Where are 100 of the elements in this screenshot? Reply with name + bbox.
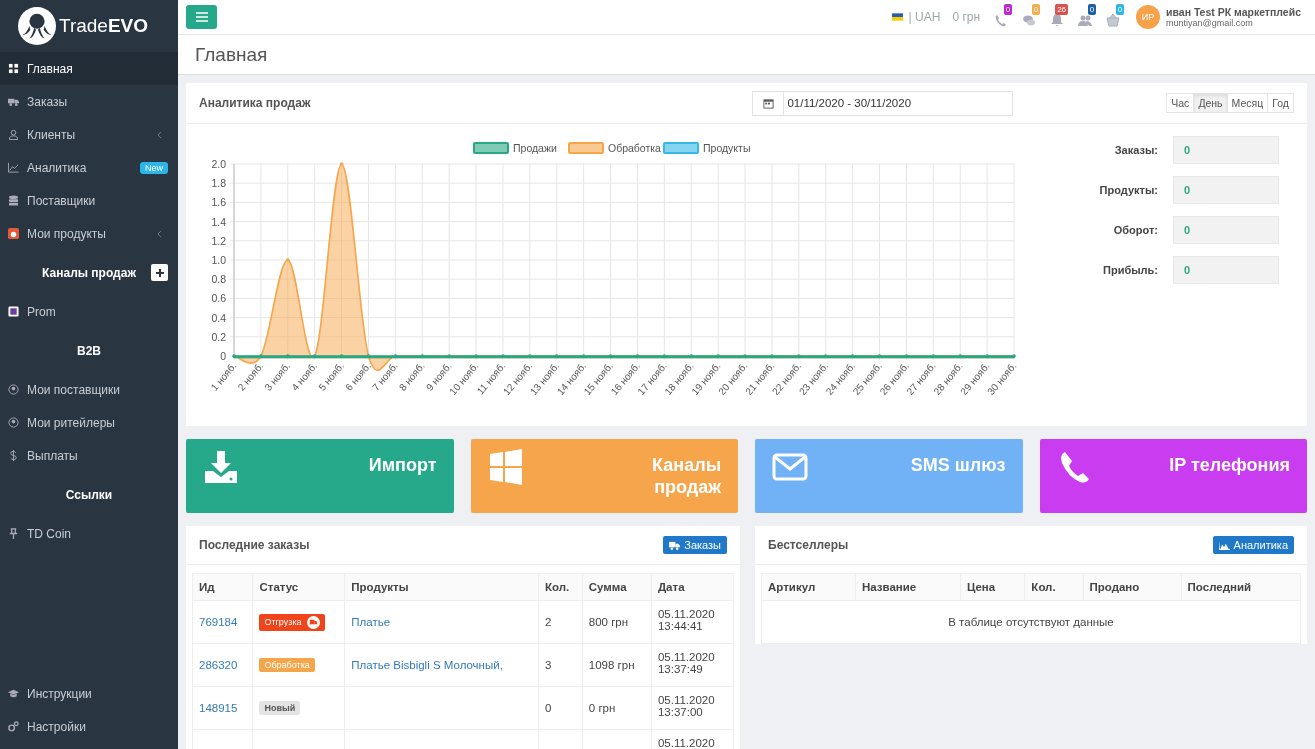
count-badge: 0 — [1003, 4, 1013, 15]
period-tab[interactable]: Год — [1267, 93, 1294, 113]
count-badge: 0 — [1115, 4, 1125, 15]
pin-icon — [8, 528, 19, 539]
data-point — [339, 162, 344, 166]
truck-icon — [669, 540, 681, 550]
user-name[interactable]: иван Test РК маркетплейс — [1166, 6, 1301, 18]
data-point — [339, 354, 344, 358]
column-header: Ид — [192, 573, 253, 601]
data-point — [286, 258, 290, 262]
product-link[interactable]: Платье — [351, 616, 391, 628]
y-tick-label: 2.0 — [211, 158, 227, 170]
sidebar-item[interactable]: TD Coin — [0, 517, 178, 550]
table-cell: 3 — [544, 659, 552, 671]
data-point — [716, 354, 720, 358]
order-time: 13:37:49 — [657, 663, 704, 675]
column-header: Продано — [1083, 573, 1182, 601]
status-badge: Новый — [259, 701, 301, 715]
data-point — [743, 354, 747, 358]
user-circle-icon — [8, 384, 19, 395]
sidebar-item[interactable]: Prom — [0, 295, 178, 328]
sidebar-item[interactable]: Клиенты — [0, 118, 178, 151]
shop-icon — [8, 228, 19, 239]
order-id-link[interactable]: 148915 — [199, 702, 238, 714]
stat-value: 0 — [1173, 176, 1279, 204]
legend-item[interactable]: Продукты — [663, 142, 751, 154]
data-point — [581, 354, 586, 358]
stat-label: Продукты: — [1098, 184, 1158, 196]
column-header: Статус — [252, 573, 345, 601]
flag-icon[interactable] — [891, 13, 903, 21]
count-badge: 26 — [1055, 4, 1069, 15]
order-id-link[interactable]: 286320 — [199, 659, 238, 671]
period-tab[interactable]: Месяц — [1226, 93, 1269, 113]
gears-icon — [8, 721, 19, 732]
data-point — [259, 354, 263, 358]
order-date: 05.11.2020 — [657, 608, 716, 620]
legend-item[interactable]: Обработка — [568, 142, 661, 154]
data-point — [823, 354, 828, 358]
sidebar-heading: B2B — [77, 343, 101, 358]
period-tab[interactable]: День — [1193, 93, 1228, 113]
square-icon — [8, 306, 19, 317]
y-tick-label: 1.6 — [211, 196, 227, 209]
status-badge: Обработка — [259, 658, 315, 672]
table-cell: 0 грн — [588, 702, 616, 714]
sidebar-item[interactable]: Настройки — [0, 710, 178, 743]
order-date: 05.11.2020 — [657, 737, 716, 749]
sidebar-item[interactable]: Мои ритейлеры — [0, 406, 178, 439]
sidebar-item[interactable]: Инструкции — [0, 677, 178, 710]
add-button[interactable] — [151, 264, 168, 281]
sidebar-item[interactable]: Заказы — [0, 85, 178, 118]
data-point — [474, 354, 478, 358]
period-tab[interactable]: Час — [1166, 93, 1195, 113]
data-point — [850, 354, 855, 358]
column-header: Название — [855, 573, 961, 601]
card-title: Аналитика продаж — [199, 96, 311, 110]
sidebar-item[interactable]: Поставщики — [0, 184, 178, 217]
users-icon[interactable] — [1078, 13, 1093, 27]
sidebar-item[interactable]: Мои поставщики — [0, 373, 178, 406]
count-badge: 0 — [1087, 4, 1097, 15]
new-badge: New — [140, 161, 168, 174]
data-point — [312, 354, 317, 358]
data-point — [286, 354, 290, 358]
column-header: Продукты — [344, 573, 539, 601]
analytics-button[interactable]: Аналитика — [1212, 536, 1294, 554]
date-range-field[interactable]: 01/11/2020 - 30/11/2020 — [752, 90, 1014, 116]
order-id-link[interactable]: 769184 — [199, 616, 238, 628]
data-point — [877, 354, 882, 358]
sidebar-item[interactable]: Главная — [0, 52, 178, 85]
sidebar-item[interactable]: Выплаты — [0, 439, 178, 472]
orders-button[interactable]: Заказы — [663, 536, 727, 554]
table-cell: 2 — [544, 616, 552, 628]
phone-icon[interactable] — [994, 13, 1009, 27]
y-tick-label: 0.8 — [211, 273, 227, 286]
data-point — [554, 354, 559, 358]
column-header: Цена — [960, 573, 1025, 601]
order-date: 05.11.2020 — [657, 694, 716, 706]
tile-button[interactable]: IP телефония — [1039, 439, 1307, 513]
data-point — [1012, 354, 1016, 358]
y-tick-label: 1.0 — [211, 254, 227, 266]
y-tick-label: 1.8 — [211, 177, 227, 190]
legend-item[interactable]: Продажи — [473, 142, 557, 154]
table-cell: 800 грн — [588, 616, 629, 628]
data-point — [797, 354, 801, 358]
table-cell: 0 — [544, 702, 552, 714]
stat-value: 0 — [1173, 136, 1279, 164]
user-email: muntiyan@gmail.com — [1166, 18, 1254, 28]
legend-label: Продажи — [513, 142, 557, 154]
sidebar-item[interactable]: Аналитика New — [0, 151, 178, 184]
sidebar-item[interactable]: Мои продукты — [0, 217, 178, 250]
data-point — [232, 354, 236, 358]
database-icon — [8, 195, 19, 206]
windows-icon — [487, 449, 524, 485]
data-point — [635, 354, 640, 358]
data-point — [366, 354, 371, 358]
column-header: Дата — [651, 573, 734, 601]
bell-icon[interactable] — [1050, 13, 1065, 27]
column-header: Кол. — [538, 573, 583, 601]
stat-value: 0 — [1173, 256, 1279, 284]
chart-icon — [8, 162, 19, 173]
download-icon — [203, 449, 239, 485]
